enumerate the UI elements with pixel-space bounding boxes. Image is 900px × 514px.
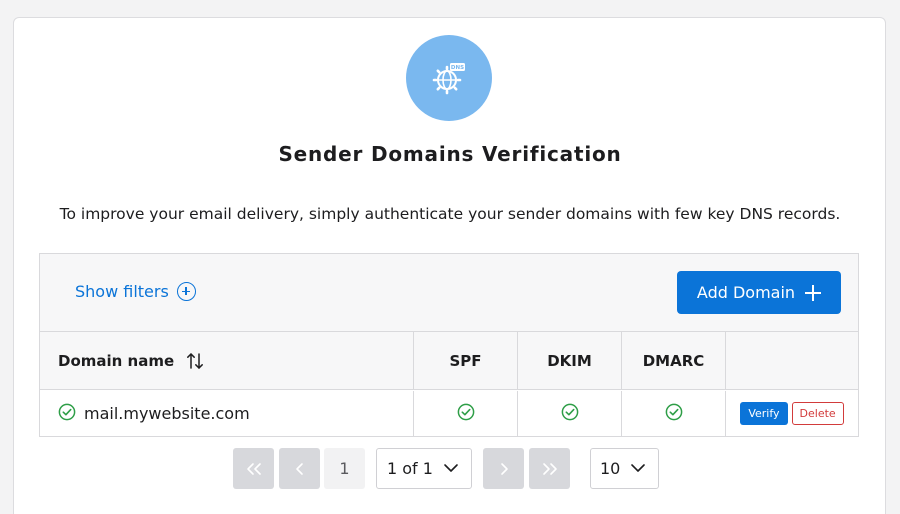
actions-cell: Verify Delete [726,391,858,436]
show-filters-label: Show filters [75,282,169,301]
chevron-right-icon [500,462,508,475]
dmarc-status [622,391,726,436]
plus-icon [805,284,822,301]
add-domain-label: Add Domain [696,283,796,302]
plus-circle-icon [176,282,196,301]
column-header-spf: SPF [414,332,518,389]
domain-cell: mail.mywebsite.com [40,391,414,436]
dns-globe-icon: DNS [406,35,492,121]
page-select[interactable]: 1 of 1 [376,448,472,489]
double-chevron-right-icon [542,462,557,475]
page-size-select[interactable]: 10 [590,448,659,489]
column-header-dkim: DKIM [518,332,622,389]
add-domain-button[interactable]: Add Domain [677,271,841,314]
column-header-domain[interactable]: Domain name [40,332,414,389]
spf-check-icon [457,403,475,425]
prev-page-button[interactable] [279,448,320,489]
chevron-left-icon [295,462,303,475]
chevron-down-icon [631,464,645,472]
delete-button[interactable]: Delete [791,402,844,425]
domains-table: Show filters Add Domain Domain name SPF … [39,253,859,437]
current-page: 1 [324,448,365,489]
dkim-status [518,391,622,436]
dmarc-check-icon [665,403,683,425]
last-page-button[interactable] [529,448,570,489]
dkim-check-icon [561,403,579,425]
column-header-actions [726,332,858,389]
svg-text:DNS: DNS [451,65,464,71]
table-header: Domain name SPF DKIM DMARC [40,332,858,390]
column-label-domain: Domain name [58,351,175,370]
sort-icon[interactable] [186,351,204,371]
first-page-button[interactable] [233,448,274,489]
page-description: To improve your email delivery, simply a… [59,205,841,223]
page-size-value: 10 [600,459,621,478]
page-select-value: 1 of 1 [387,459,433,478]
double-chevron-left-icon [246,462,261,475]
verified-check-icon [58,403,76,425]
domain-name: mail.mywebsite.com [84,404,250,423]
next-page-button[interactable] [483,448,524,489]
chevron-down-icon [444,464,458,472]
page-title: Sender Domains Verification [278,142,622,166]
table-toolbar: Show filters Add Domain [40,254,858,332]
verify-button[interactable]: Verify [740,402,788,425]
table-row: mail.mywebsite.com Verify Delete [40,391,858,436]
spf-status [414,391,518,436]
column-header-dmarc: DMARC [622,332,726,389]
show-filters-link[interactable]: Show filters [75,282,196,301]
